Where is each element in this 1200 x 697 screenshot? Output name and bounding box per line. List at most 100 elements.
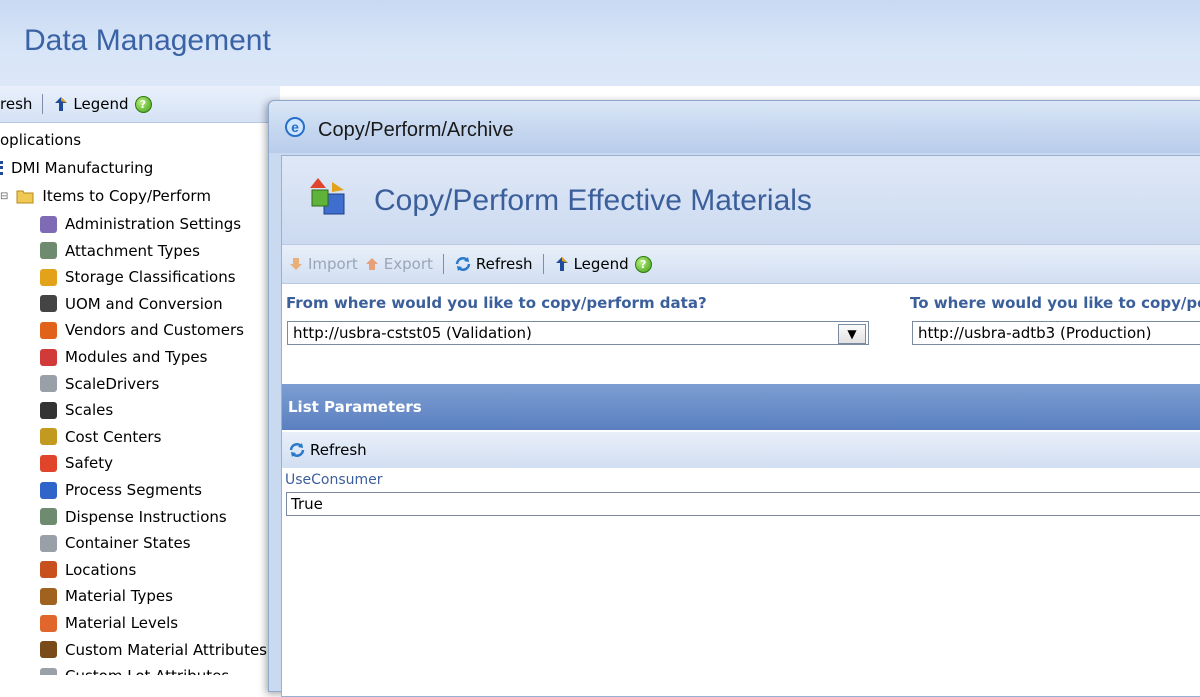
tree-item[interactable]: Locations xyxy=(40,558,136,582)
tree-item-label: UOM and Conversion xyxy=(65,294,223,313)
tree-item-label: Custom Material Attributes xyxy=(65,640,267,659)
param-value-input[interactable]: True xyxy=(286,492,1200,516)
box-icon xyxy=(40,268,57,286)
legend-label: Legend xyxy=(73,95,129,113)
truck-icon xyxy=(40,561,57,579)
ie-icon: e xyxy=(285,117,305,137)
tree-item[interactable]: UOM and Conversion xyxy=(40,292,223,316)
chevron-down-icon[interactable]: ▼ xyxy=(838,324,866,344)
to-select-value: http://usbra-adtb3 (Production) xyxy=(918,324,1152,342)
param-name-label: UseConsumer xyxy=(285,472,383,488)
leaf-icon xyxy=(40,641,57,659)
legend-button[interactable]: Legend xyxy=(554,255,629,273)
tree-item-label: Dispense Instructions xyxy=(65,507,227,526)
dialog-content: Copy/Perform Effective Materials Import … xyxy=(281,155,1200,697)
toolbar-separator xyxy=(542,254,544,274)
legend-icon xyxy=(55,97,68,111)
folder-icon xyxy=(16,190,34,204)
tree-item[interactable]: Material Types xyxy=(40,584,173,608)
tree-item-label: Scales xyxy=(65,401,114,420)
content-toolbar: Import Export Refresh Legend ? xyxy=(282,244,1200,284)
refresh-icon xyxy=(289,443,305,457)
modules-icon xyxy=(40,348,57,366)
import-icon xyxy=(290,258,302,270)
to-label: To where would you like to copy/pe xyxy=(910,294,1200,312)
tree-item[interactable]: Vendors and Customers xyxy=(40,318,244,342)
refresh-button[interactable]: resh xyxy=(0,95,32,113)
tree-item-dmi[interactable]: DMI Manufacturing xyxy=(0,156,153,180)
tree-item[interactable]: Administration Settings xyxy=(40,212,241,236)
tree-item-label: Material Levels xyxy=(65,614,179,632)
settings-icon xyxy=(40,215,57,233)
params-refresh-button[interactable]: Refresh xyxy=(288,441,367,459)
document-icon xyxy=(40,242,57,260)
gears-icon xyxy=(40,534,57,552)
export-label: Export xyxy=(383,255,433,273)
app-title: Data Management xyxy=(24,24,271,57)
pin-icon xyxy=(40,614,57,632)
list-parameters-label: List Parameters xyxy=(288,398,422,416)
gears-icon xyxy=(40,375,57,393)
toolbar-separator xyxy=(42,94,44,114)
tree-item[interactable]: Modules and Types xyxy=(40,345,207,369)
tree-item-label: Custom Lot Attributes xyxy=(65,667,229,675)
content-title: Copy/Perform Effective Materials xyxy=(374,184,812,217)
tree-dmi-label: DMI Manufacturing xyxy=(11,159,154,177)
app-header: Data Management xyxy=(0,0,1200,86)
tree-item[interactable]: Material Levels xyxy=(40,611,178,635)
copy-perform-dialog: e Copy/Perform/Archive Copy/Perform Effe… xyxy=(268,100,1200,697)
tree-item-label: Material Types xyxy=(65,587,173,606)
dialog-title-bar[interactable]: e Copy/Perform/Archive xyxy=(269,101,1200,153)
tree-root[interactable]: oplications xyxy=(0,128,81,152)
toolbar-separator xyxy=(442,254,444,274)
refresh-button[interactable]: Refresh xyxy=(454,255,533,273)
from-label: From where would you like to copy/perfor… xyxy=(286,294,707,312)
legend-button[interactable]: Legend xyxy=(53,95,129,113)
content-header: Copy/Perform Effective Materials xyxy=(282,156,1200,244)
tree-item[interactable]: Cost Centers xyxy=(40,425,161,449)
document-icon xyxy=(40,508,57,526)
tree-item-label: Vendors and Customers xyxy=(65,321,244,340)
weights-icon xyxy=(40,295,57,313)
shield-icon xyxy=(40,454,57,472)
from-select[interactable]: http://usbra-cstst05 (Validation) ▼ xyxy=(287,321,869,345)
tree-item[interactable]: Custom Material Attributes xyxy=(40,638,267,662)
refresh-label: Refresh xyxy=(475,255,533,273)
refresh-icon xyxy=(455,257,471,271)
dialog-title: Copy/Perform/Archive xyxy=(318,119,514,141)
people-icon xyxy=(40,321,57,339)
legend-icon xyxy=(555,257,568,271)
to-select[interactable]: http://usbra-adtb3 (Production) xyxy=(912,321,1200,345)
tree-connector-icon xyxy=(0,161,7,175)
help-icon[interactable]: ? xyxy=(634,255,652,273)
tree-item[interactable]: Storage Classifications xyxy=(40,265,236,289)
tree-item[interactable]: Safety xyxy=(40,451,113,475)
gears-icon xyxy=(40,667,57,675)
import-button[interactable]: Import xyxy=(288,255,358,273)
money-icon xyxy=(40,428,57,446)
tree-item-label: Attachment Types xyxy=(65,241,200,260)
param-value: True xyxy=(291,495,323,513)
navigation-tree: oplications DMI Manufacturing ⊟ Items to… xyxy=(0,124,270,675)
svg-text:e: e xyxy=(291,119,299,135)
tree-item[interactable]: ScaleDrivers xyxy=(40,372,159,396)
tree-item-label: Safety xyxy=(65,454,113,473)
tree-item[interactable]: Custom Lot Attributes xyxy=(40,664,229,675)
help-icon[interactable]: ? xyxy=(134,95,152,113)
list-parameters-header: List Parameters xyxy=(282,384,1200,430)
tree-item-label: Modules and Types xyxy=(65,348,208,366)
left-toolbar: resh Legend ? xyxy=(0,86,280,123)
tree-item-label: Locations xyxy=(65,560,137,579)
segments-icon xyxy=(40,481,57,499)
tree-item[interactable]: Dispense Instructions xyxy=(40,505,227,529)
tree-item[interactable]: Container States xyxy=(40,531,191,555)
tree-item[interactable]: Scales xyxy=(40,398,113,422)
tree-item-folder[interactable]: ⊟ Items to Copy/Perform xyxy=(0,184,211,208)
tree-item[interactable]: Attachment Types xyxy=(40,239,200,263)
tree-item[interactable]: Process Segments xyxy=(40,478,202,502)
collapse-icon[interactable]: ⊟ xyxy=(0,191,8,202)
tree-item-label: Container States xyxy=(65,534,191,553)
export-button[interactable]: Export xyxy=(364,255,433,273)
copy-materials-icon xyxy=(310,178,345,215)
tree-item-label: ScaleDrivers xyxy=(65,374,160,393)
